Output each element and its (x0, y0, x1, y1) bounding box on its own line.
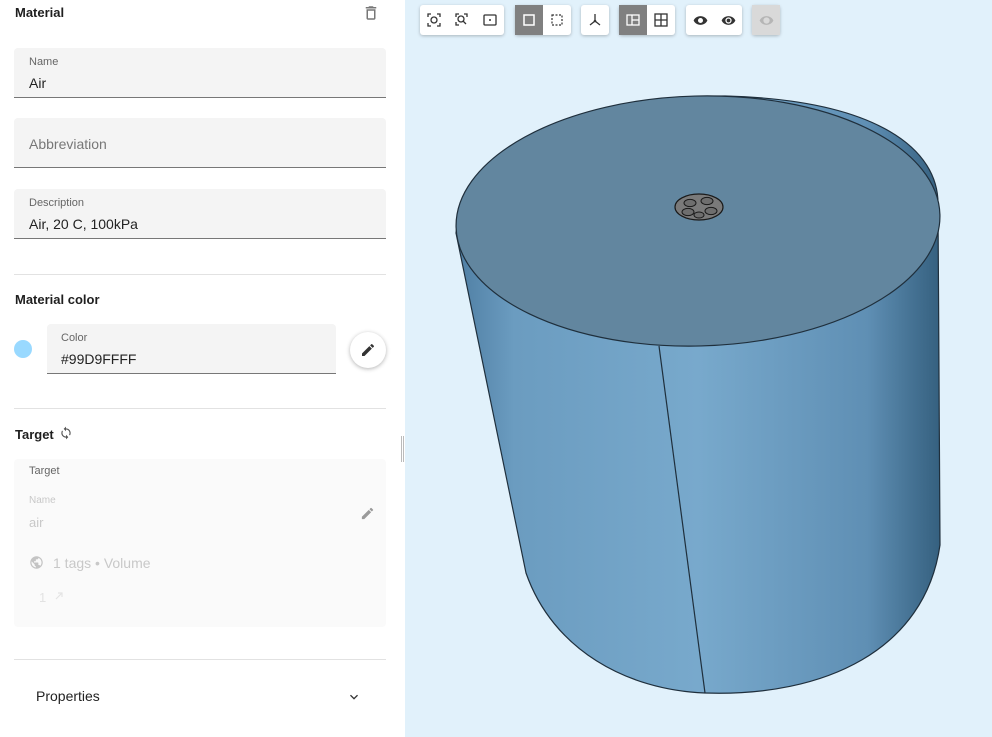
dashed-select-button[interactable] (543, 5, 571, 35)
show-all-button[interactable] (752, 5, 780, 35)
edit-color-button[interactable] (350, 332, 386, 368)
zoom-fit-icon (427, 13, 441, 27)
abbreviation-field[interactable]: Abbreviation (14, 118, 386, 168)
target-card-title: Target (29, 465, 60, 477)
globe-icon (30, 556, 43, 569)
target-tags-text: 1 tags • Volume (53, 555, 151, 571)
single-view-button[interactable] (619, 5, 647, 35)
color-label: Color (61, 332, 88, 344)
material-color-title: Material color (15, 292, 100, 307)
square-icon (523, 14, 535, 26)
axes-button[interactable] (581, 5, 609, 35)
zoom-selection-button[interactable] (448, 5, 476, 35)
quad-view-button[interactable] (647, 5, 675, 35)
color-field[interactable]: Color #99D9FFFF (47, 324, 336, 374)
axes-toolbar-group (581, 5, 609, 35)
3d-viewport[interactable] (405, 0, 992, 737)
name-value: Air (29, 75, 47, 91)
target-title: Target (15, 427, 54, 442)
show-button[interactable] (714, 5, 742, 35)
eye-off-icon (693, 15, 707, 25)
name-label: Name (29, 56, 59, 68)
visibility-toolbar-group (686, 5, 742, 35)
frame-icon (483, 14, 497, 26)
screenshot-button[interactable] (476, 5, 504, 35)
splitter-grip[interactable] (401, 436, 404, 462)
selection-toolbar-group (515, 5, 571, 35)
material-panel: Material Name Air Abbreviation Descripti… (0, 0, 400, 737)
hide-button[interactable] (686, 5, 714, 35)
fit-all-button[interactable] (420, 5, 448, 35)
conductor-bundle[interactable] (674, 193, 724, 221)
view-toolbar-group (420, 5, 504, 35)
description-value: Air, 20 C, 100kPa (29, 216, 138, 232)
divider (14, 274, 386, 275)
chevron-down-icon (350, 694, 358, 700)
arrow-icon (55, 592, 63, 600)
sync-icon[interactable] (59, 426, 73, 440)
description-field[interactable]: Description Air, 20 C, 100kPa (14, 189, 386, 239)
properties-label: Properties (36, 688, 100, 704)
target-card: Target Name air 1 tags • Volume 1 (14, 459, 386, 627)
3d-scene[interactable] (405, 0, 992, 737)
axes-icon (589, 14, 601, 26)
eye-icon (721, 15, 735, 25)
abbreviation-placeholder: Abbreviation (29, 136, 107, 152)
properties-expander[interactable]: Properties (14, 676, 386, 716)
target-name-label: Name (29, 495, 56, 506)
section-title: Material (15, 5, 65, 20)
name-field[interactable]: Name Air (14, 48, 386, 98)
grid-icon (654, 13, 668, 27)
trash-icon (365, 6, 377, 20)
description-label: Description (29, 197, 85, 209)
color-swatch (14, 340, 32, 358)
zoom-selection-icon (455, 13, 468, 26)
box-select-button[interactable] (515, 5, 543, 35)
divider (14, 659, 386, 660)
target-count-text: 1 (39, 590, 47, 605)
view-layout-icon (626, 14, 640, 26)
dashed-square-icon (551, 14, 563, 26)
delete-button[interactable] (362, 4, 380, 22)
disabled-toolbar-group (752, 5, 780, 35)
layout-toolbar-group (619, 5, 675, 35)
edit-target-icon[interactable] (360, 506, 375, 521)
divider (14, 408, 386, 409)
eye-disabled-icon (759, 15, 773, 25)
pencil-icon (362, 343, 375, 356)
color-value: #99D9FFFF (61, 351, 137, 367)
target-name-value: air (29, 515, 44, 530)
